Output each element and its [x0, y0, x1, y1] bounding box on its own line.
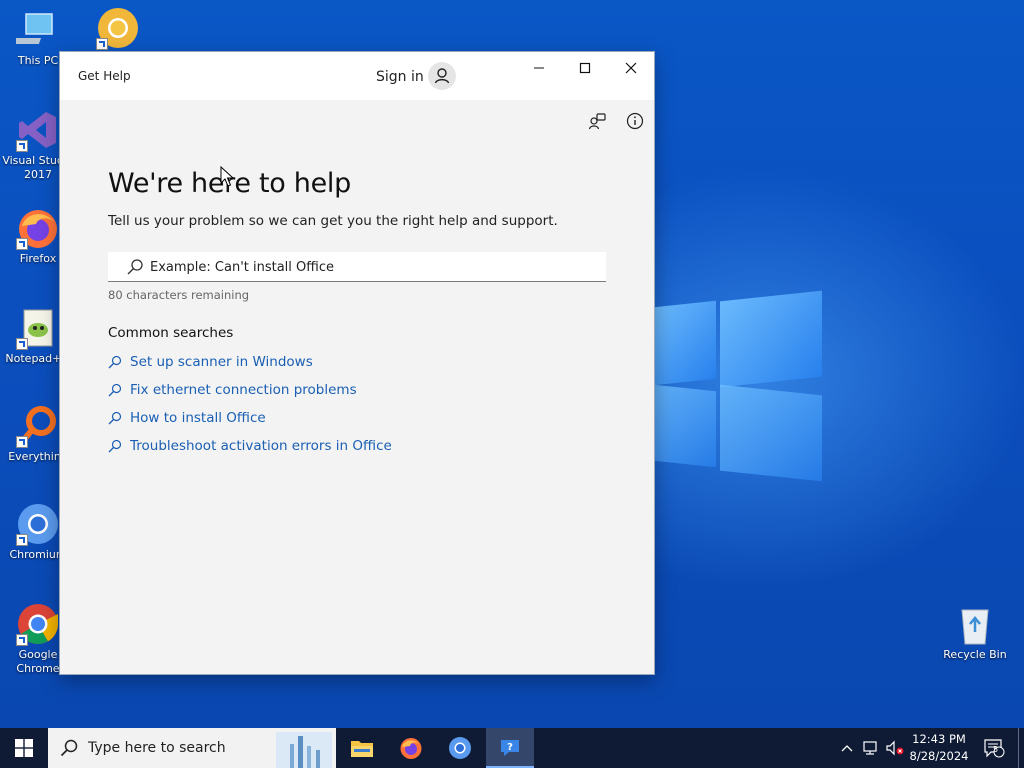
get-help-icon: ? — [501, 740, 519, 756]
shortcut-arrow-icon — [16, 238, 28, 250]
account-avatar[interactable] — [428, 62, 456, 90]
search-icon — [60, 739, 78, 757]
search-icon — [127, 259, 143, 275]
common-searches-list: Set up scanner in Windows Fix ethernet c… — [108, 348, 392, 460]
characters-remaining: 80 characters remaining — [108, 288, 250, 302]
minimize-button[interactable] — [516, 52, 562, 84]
firefox-icon — [400, 738, 422, 759]
clock-date: 8/28/2024 — [909, 749, 969, 763]
taskbar-search-placeholder: Type here to search — [88, 740, 226, 756]
minimize-icon — [534, 67, 544, 69]
taskbar: Type here to search ? 12:43 PM 8/28/2024… — [0, 728, 1024, 768]
title-bar[interactable]: Get Help Sign in — [60, 52, 654, 100]
visual-studio-icon — [16, 108, 60, 152]
about-button[interactable] — [626, 112, 644, 134]
common-search-link[interactable]: Set up scanner in Windows — [108, 348, 392, 376]
start-button[interactable] — [0, 728, 48, 768]
close-icon — [625, 62, 637, 74]
shortcut-arrow-icon — [16, 534, 28, 546]
shortcut-arrow-icon — [16, 634, 28, 646]
help-search-box[interactable] — [108, 252, 606, 282]
chrome-icon — [96, 6, 140, 50]
person-icon — [434, 68, 450, 84]
common-search-link[interactable]: Troubleshoot activation errors in Office — [108, 432, 392, 460]
clock-time: 12:43 PM — [912, 732, 966, 746]
taskbar-file-explorer[interactable] — [338, 728, 386, 768]
shortcut-arrow-icon — [16, 436, 28, 448]
notification-count-badge: 5 — [993, 745, 999, 754]
show-hidden-icons-button[interactable] — [838, 728, 856, 768]
maximize-button[interactable] — [562, 52, 608, 84]
chromium-icon — [16, 502, 60, 546]
close-button[interactable] — [608, 52, 654, 84]
search-icon — [108, 439, 122, 453]
search-icon — [108, 411, 122, 425]
notepad-plus-plus-icon — [16, 306, 60, 350]
system-clock[interactable]: 12:43 PM 8/28/2024 — [900, 731, 978, 765]
everything-search-icon — [16, 404, 60, 448]
get-help-window: Get Help Sign in We're here to help Tell… — [60, 52, 654, 674]
page-subtitle: Tell us your problem so we can get you t… — [108, 213, 558, 229]
taskbar-search-box[interactable]: Type here to search — [48, 728, 336, 768]
desktop-icon-chrome-canary[interactable] — [80, 6, 156, 52]
network-status-button[interactable] — [860, 728, 882, 768]
network-icon — [863, 741, 877, 755]
shortcut-arrow-icon — [16, 338, 28, 350]
sign-in-link[interactable]: Sign in — [376, 69, 424, 85]
folder-icon — [351, 741, 373, 757]
window-title: Get Help — [78, 69, 131, 83]
search-icon — [108, 355, 122, 369]
desktop-icon-recycle-bin[interactable]: Recycle Bin — [937, 602, 1013, 662]
common-search-link[interactable]: How to install Office — [108, 404, 392, 432]
feedback-button[interactable] — [588, 112, 606, 134]
taskbar-firefox[interactable] — [387, 728, 435, 768]
windows-logo-wallpaper — [654, 290, 824, 482]
google-chrome-icon — [16, 602, 60, 646]
taskbar-chromium[interactable] — [436, 728, 484, 768]
search-highlight-image — [276, 732, 332, 768]
windows-start-icon — [15, 739, 33, 757]
common-searches-heading: Common searches — [108, 325, 234, 341]
mouse-cursor-icon — [220, 166, 234, 187]
feedback-icon — [588, 113, 606, 130]
common-search-link[interactable]: Fix ethernet connection problems — [108, 376, 392, 404]
info-icon — [626, 112, 644, 130]
taskbar-get-help[interactable]: ? — [486, 728, 534, 768]
shortcut-arrow-icon — [96, 38, 108, 50]
recycle-bin-icon — [953, 602, 997, 646]
computer-icon — [8, 8, 60, 52]
search-icon — [108, 383, 122, 397]
action-center-button[interactable]: 5 — [980, 728, 1008, 768]
firefox-icon — [16, 206, 60, 250]
show-desktop-button[interactable] — [1018, 728, 1024, 768]
maximize-icon — [579, 62, 591, 74]
svg-text:?: ? — [507, 742, 513, 753]
chevron-up-icon — [841, 745, 853, 752]
shortcut-arrow-icon — [16, 140, 28, 152]
help-search-input[interactable] — [150, 257, 590, 277]
chromium-icon — [449, 737, 471, 759]
